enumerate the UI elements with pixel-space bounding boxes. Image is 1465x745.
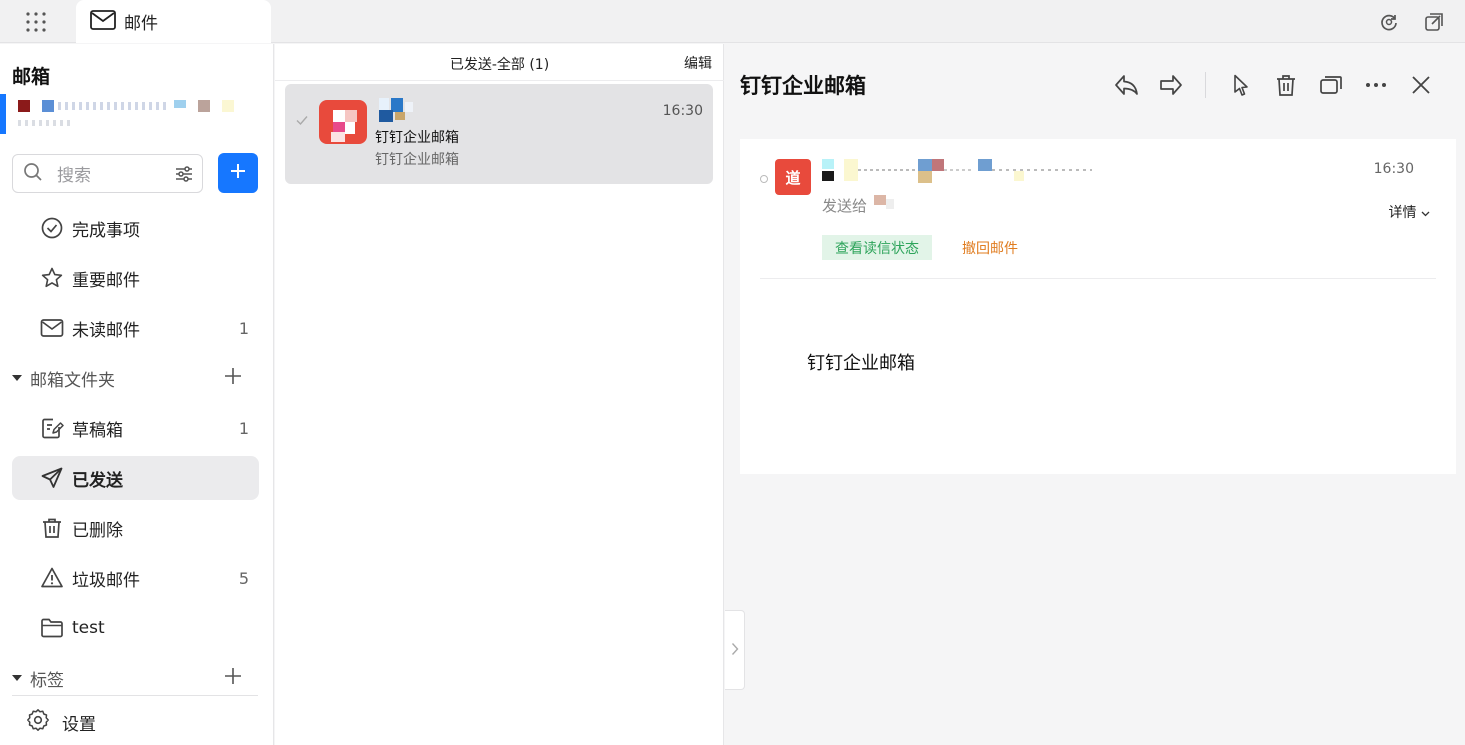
drafts-count: 1	[238, 418, 249, 438]
sidebar-title: 邮箱	[12, 66, 51, 88]
reading-pane: 钉钉企业邮箱 道 发送给 16:30 详情 查看读信状态 撤回邮件 钉钉企业邮箱	[725, 44, 1465, 745]
trash-icon[interactable]	[1263, 70, 1308, 100]
checkmark-icon[interactable]	[295, 112, 309, 131]
check-circle-icon	[40, 216, 64, 240]
sidebar-item-unread[interactable]: 未读邮件 1	[12, 306, 259, 350]
avatar	[319, 100, 367, 144]
sender-name	[375, 98, 435, 124]
gear-icon	[26, 708, 50, 736]
mail-preview: 钉钉企业邮箱	[375, 152, 459, 168]
tab-mail[interactable]: 邮件	[76, 0, 271, 43]
recall-mail-link[interactable]: 撤回邮件	[962, 238, 1018, 258]
search-input[interactable]: 搜索	[12, 154, 203, 193]
mail-time: 16:30	[662, 103, 703, 119]
sidebar: 邮箱 搜索 完成事项 重要邮件 未读邮件 1 邮箱文件夹 草稿箱 1 已发送 已…	[0, 44, 274, 745]
forward-icon[interactable]	[1148, 70, 1193, 100]
settings-label: 设置	[62, 714, 96, 735]
details-toggle[interactable]: 详情	[1389, 202, 1430, 222]
draft-icon	[40, 416, 64, 440]
sidebar-item-label: 草稿箱	[72, 420, 123, 441]
details-label: 详情	[1388, 205, 1417, 221]
mail-time: 16:30	[1373, 161, 1414, 177]
sender-address	[822, 159, 1112, 185]
warning-icon	[40, 566, 64, 590]
app-grid-icon[interactable]	[18, 8, 54, 36]
status-dot	[760, 175, 768, 183]
popout-window-icon[interactable]	[1422, 10, 1446, 34]
list-title: 已发送-全部 (1)	[449, 57, 550, 73]
collapse-handle[interactable]	[725, 610, 745, 690]
new-window-icon[interactable]	[1308, 70, 1353, 100]
unread-count: 1	[238, 318, 249, 338]
collapse-triangle-icon	[12, 675, 22, 681]
mail-body: 钉钉企业邮箱	[807, 353, 915, 374]
spam-count: 5	[238, 568, 249, 588]
recipient[interactable]	[868, 195, 898, 211]
search-icon	[23, 162, 43, 186]
collapse-triangle-icon	[12, 375, 22, 381]
sidebar-item-label: 已发送	[72, 470, 123, 491]
top-bar: 邮件	[0, 0, 1465, 43]
more-icon[interactable]	[1353, 70, 1398, 100]
list-header: 已发送-全部 (1) 编辑	[275, 44, 724, 81]
mail-list: 已发送-全部 (1) 编辑 钉钉企业邮箱 钉钉企业邮箱 16:30	[275, 44, 724, 745]
section-label: 标签	[30, 670, 64, 691]
mail-icon	[90, 9, 116, 34]
mail-icon	[40, 316, 64, 340]
filter-icon[interactable]	[174, 164, 194, 188]
section-label: 邮箱文件夹	[30, 370, 115, 391]
sidebar-item-label: 重要邮件	[72, 270, 140, 291]
folders-section-header[interactable]: 邮箱文件夹	[12, 358, 259, 398]
compose-button[interactable]	[218, 153, 258, 193]
sidebar-item-test[interactable]: test	[12, 606, 259, 650]
list-item[interactable]: 钉钉企业邮箱 钉钉企业邮箱 16:30	[285, 84, 713, 184]
plus-icon	[229, 162, 247, 184]
sidebar-item-label: 未读邮件	[72, 320, 140, 341]
mark-icon[interactable]	[1218, 70, 1263, 100]
sidebar-item-label: test	[72, 618, 105, 638]
chevron-down-icon	[1417, 205, 1430, 221]
divider	[760, 278, 1436, 279]
mail-subject: 钉钉企业邮箱	[375, 130, 459, 146]
edit-button[interactable]: 编辑	[684, 53, 712, 73]
add-tag-icon[interactable]	[223, 666, 243, 690]
refresh-icon[interactable]	[1377, 10, 1401, 34]
reply-icon[interactable]	[1103, 70, 1148, 100]
search-placeholder: 搜索	[57, 166, 91, 186]
sidebar-item-done[interactable]: 完成事项	[12, 206, 259, 250]
to-label: 发送给	[822, 197, 868, 215]
reader-toolbar	[1103, 70, 1443, 100]
sidebar-item-label: 已删除	[72, 520, 123, 541]
mail-card: 道 发送给 16:30 详情 查看读信状态 撤回邮件 钉钉企业邮箱	[740, 139, 1456, 474]
sidebar-item-spam[interactable]: 垃圾邮件 5	[12, 556, 259, 600]
settings-button[interactable]: 设置	[26, 708, 96, 736]
divider	[12, 695, 258, 696]
sidebar-item-important[interactable]: 重要邮件	[12, 256, 259, 300]
send-icon	[40, 466, 64, 490]
trash-icon	[40, 516, 64, 540]
sidebar-item-label: 完成事项	[72, 220, 140, 241]
add-folder-icon[interactable]	[223, 366, 243, 390]
toolbar-separator	[1205, 72, 1206, 98]
tags-section-header[interactable]: 标签	[12, 658, 259, 698]
sidebar-item-drafts[interactable]: 草稿箱 1	[12, 406, 259, 450]
mail-subject-title: 钉钉企业邮箱	[740, 74, 866, 98]
close-icon[interactable]	[1398, 70, 1443, 100]
read-status-button[interactable]: 查看读信状态	[822, 235, 932, 260]
star-icon	[40, 266, 64, 290]
sidebar-item-sent[interactable]: 已发送	[12, 456, 259, 500]
folder-icon	[40, 616, 64, 640]
avatar: 道	[775, 159, 811, 195]
tab-label: 邮件	[124, 14, 158, 34]
chevron-right-icon	[731, 641, 739, 660]
sidebar-item-deleted[interactable]: 已删除	[12, 506, 259, 550]
sidebar-item-label: 垃圾邮件	[72, 570, 140, 591]
account-address	[0, 94, 252, 134]
